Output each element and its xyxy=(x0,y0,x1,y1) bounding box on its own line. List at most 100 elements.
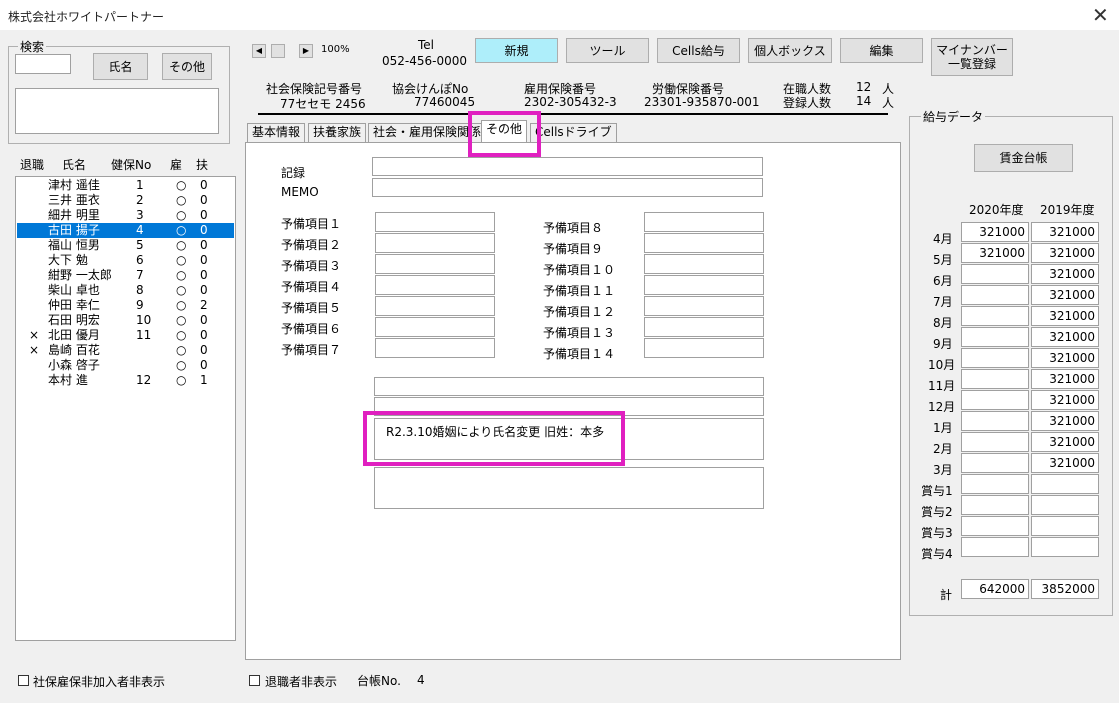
salary-2020-cell[interactable] xyxy=(961,390,1029,410)
record-input[interactable] xyxy=(372,157,763,176)
employee-name: 古田 揚子 xyxy=(48,223,100,237)
reserve-input-2[interactable] xyxy=(375,233,495,253)
health-no: 4 xyxy=(136,223,144,237)
salary-2019-cell[interactable]: 321000 xyxy=(1031,222,1099,242)
search-name-button[interactable]: 氏名 xyxy=(93,53,148,80)
retired-mark: × xyxy=(29,343,40,357)
salary-2020-cell[interactable] xyxy=(961,285,1029,305)
reserve-input-11[interactable] xyxy=(644,275,764,295)
salary-month-label: 賞与2 xyxy=(921,505,953,519)
highlight-other-tab xyxy=(468,111,541,157)
edit-button[interactable]: 編集 xyxy=(840,38,923,63)
employee-row[interactable]: 古田 揚子 4 ○ 0 xyxy=(17,223,234,238)
employee-row[interactable]: 三井 亜衣 2 ○ 0 xyxy=(17,193,234,208)
employment-mark: ○ xyxy=(176,178,187,192)
memo-line-1[interactable] xyxy=(374,377,764,396)
extra-textarea[interactable] xyxy=(374,467,764,509)
search-other-button[interactable]: その他 xyxy=(162,53,212,80)
memo-input[interactable] xyxy=(372,178,763,197)
salary-2020-cell[interactable] xyxy=(961,369,1029,389)
reserve-label-1: 予備項目１ xyxy=(281,217,342,231)
close-icon[interactable]: ✕ xyxy=(1092,3,1109,27)
tab-dependents[interactable]: 扶養家族 xyxy=(308,123,367,142)
salary-2019-cell[interactable]: 321000 xyxy=(1031,306,1099,326)
salary-2020-cell[interactable] xyxy=(961,411,1029,431)
reserve-input-10[interactable] xyxy=(644,254,764,274)
employee-row[interactable]: 津村 遥佳 1 ○ 0 xyxy=(17,178,234,193)
salary-2020-cell[interactable] xyxy=(961,474,1029,494)
salary-2020-cell[interactable] xyxy=(961,537,1029,557)
window-title: 株式会社ホワイトパートナー xyxy=(8,10,165,24)
salary-2020-cell[interactable] xyxy=(961,306,1029,326)
reserve-label-3: 予備項目３ xyxy=(281,259,342,273)
employee-row[interactable]: 石田 明宏 10 ○ 0 xyxy=(17,313,234,328)
salary-2019-cell[interactable]: 321000 xyxy=(1031,264,1099,284)
employee-row[interactable]: 小森 啓子 ○ 0 xyxy=(17,358,234,373)
salary-2020-cell[interactable] xyxy=(961,432,1029,452)
employee-row[interactable]: 福山 恒男 5 ○ 0 xyxy=(17,238,234,253)
reserve-input-14[interactable] xyxy=(644,338,764,358)
salary-2019-cell[interactable] xyxy=(1031,516,1099,536)
mynumber-list-button[interactable]: マイナンバー 一覧登録 xyxy=(931,38,1013,76)
employee-row[interactable]: 細井 明里 3 ○ 0 xyxy=(17,208,234,223)
tools-button[interactable]: ツール xyxy=(566,38,649,63)
dependents-count: 0 xyxy=(200,193,208,207)
salary-2020-cell[interactable]: 321000 xyxy=(961,243,1029,263)
employee-list[interactable]: 津村 遥佳 1 ○ 0 三井 亜衣 2 ○ 0 細井 明里 3 ○ 0 古田 揚子 4 ○ 0 福山 恒男 5 ○ 0… xyxy=(15,176,236,641)
salary-2019-cell[interactable]: 321000 xyxy=(1031,390,1099,410)
hide-uninsured-checkbox[interactable] xyxy=(18,675,29,686)
employee-row[interactable]: 本村 進 12 ○ 1 xyxy=(17,373,234,388)
salary-2020-cell[interactable] xyxy=(961,495,1029,515)
reserve-input-13[interactable] xyxy=(644,317,764,337)
year-2020-header: 2020年度 xyxy=(969,203,1024,217)
salary-month-label: 賞与3 xyxy=(921,526,953,540)
reserve-input-6[interactable] xyxy=(375,317,495,337)
salary-2019-cell[interactable]: 321000 xyxy=(1031,243,1099,263)
scroll-thumb[interactable] xyxy=(271,44,285,58)
salary-2020-cell[interactable] xyxy=(961,453,1029,473)
salary-2020-cell[interactable]: 321000 xyxy=(961,222,1029,242)
cells-salary-button[interactable]: Cells給与 xyxy=(657,38,740,63)
salary-2019-cell[interactable]: 321000 xyxy=(1031,327,1099,347)
search-input[interactable] xyxy=(15,54,71,74)
employee-row[interactable]: 仲田 幸仁 9 ○ 2 xyxy=(17,298,234,313)
salary-2019-cell[interactable] xyxy=(1031,495,1099,515)
employee-row[interactable]: 紺野 一太郎 7 ○ 0 xyxy=(17,268,234,283)
salary-2020-cell[interactable] xyxy=(961,264,1029,284)
salary-2019-cell[interactable]: 321000 xyxy=(1031,369,1099,389)
salary-2019-cell[interactable] xyxy=(1031,474,1099,494)
dependents-count: 1 xyxy=(200,373,208,387)
salary-2019-cell[interactable]: 321000 xyxy=(1031,453,1099,473)
employee-row[interactable]: 大下 勉 6 ○ 0 xyxy=(17,253,234,268)
reserve-input-4[interactable] xyxy=(375,275,495,295)
reserve-input-7[interactable] xyxy=(375,338,495,358)
scroll-right-icon[interactable]: ▶ xyxy=(299,44,313,58)
tab-basic-info[interactable]: 基本情報 xyxy=(247,123,306,142)
salary-2019-cell[interactable]: 321000 xyxy=(1031,285,1099,305)
personal-box-button[interactable]: 個人ボックス xyxy=(748,38,832,63)
reserve-input-5[interactable] xyxy=(375,296,495,316)
salary-2019-cell[interactable]: 321000 xyxy=(1031,348,1099,368)
social-ins-value: 77セセモ 2456 xyxy=(280,97,366,111)
salary-2020-cell[interactable] xyxy=(961,348,1029,368)
wage-ledger-button[interactable]: 賃金台帳 xyxy=(974,144,1073,172)
employee-row[interactable]: × 北田 優月 11 ○ 0 xyxy=(17,328,234,343)
scroll-left-icon[interactable]: ◀ xyxy=(252,44,266,58)
reserve-input-8[interactable] xyxy=(644,212,764,232)
reserve-input-1[interactable] xyxy=(375,212,495,232)
reserve-input-9[interactable] xyxy=(644,233,764,253)
tab-cells-drive[interactable]: Cellsドライブ xyxy=(530,123,617,142)
salary-2020-cell[interactable] xyxy=(961,327,1029,347)
new-button[interactable]: 新規 xyxy=(475,38,558,63)
employee-row[interactable]: 柴山 卓也 8 ○ 0 xyxy=(17,283,234,298)
salary-2019-cell[interactable]: 321000 xyxy=(1031,411,1099,431)
search-results-box[interactable] xyxy=(15,88,219,134)
reserve-input-3[interactable] xyxy=(375,254,495,274)
salary-2020-cell[interactable] xyxy=(961,516,1029,536)
reserve-input-12[interactable] xyxy=(644,296,764,316)
employee-row[interactable]: × 島崎 百花 ○ 0 xyxy=(17,343,234,358)
salary-2019-cell[interactable] xyxy=(1031,537,1099,557)
hide-retired-checkbox[interactable] xyxy=(249,675,260,686)
salary-2019-cell[interactable]: 321000 xyxy=(1031,432,1099,452)
employment-mark: ○ xyxy=(176,268,187,282)
